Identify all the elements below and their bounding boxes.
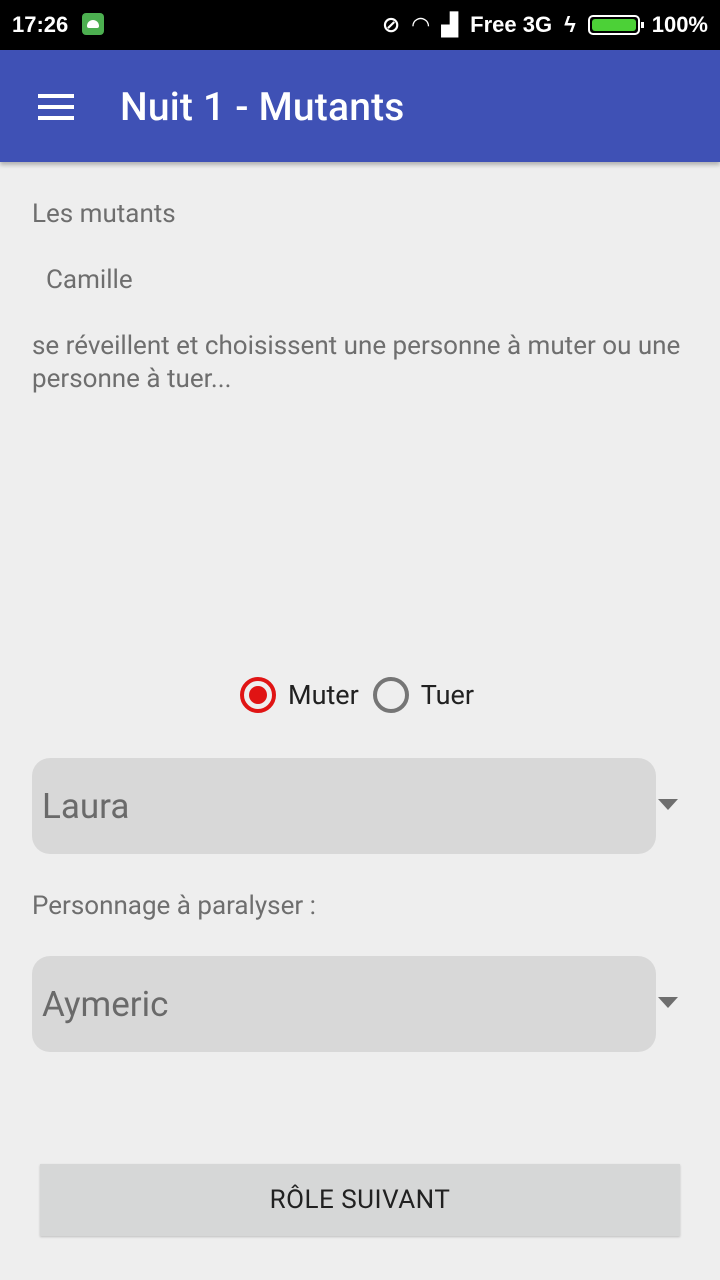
dropdown-arrow-icon[interactable] xyxy=(658,997,678,1008)
radio-button-muter[interactable] xyxy=(240,677,276,713)
mutant-player-name: Camille xyxy=(46,265,133,295)
wifi-icon: ◠ xyxy=(412,12,430,37)
page-title: Nuit 1 - Mutants xyxy=(120,84,405,130)
paralyse-spinner-value: Aymeric xyxy=(42,984,169,1025)
android-notification-icon xyxy=(82,13,104,35)
intro-text: Les mutants xyxy=(32,199,176,229)
vibrate-off-icon: ⊘ xyxy=(381,12,401,37)
radio-label-muter: Muter xyxy=(288,679,359,711)
instruction-text: se réveillent et choisissent une personn… xyxy=(32,331,681,394)
paralyse-label: Personnage à paralyser : xyxy=(32,891,316,921)
charging-icon: ϟ xyxy=(564,12,576,37)
status-bar: 17:26 ⊘ ◠ ▟ Free 3G ϟ 100% xyxy=(0,0,720,50)
battery-icon xyxy=(587,15,644,35)
radio-option-muter[interactable]: Muter xyxy=(240,677,359,713)
next-role-button[interactable]: RÔLE SUIVANT xyxy=(40,1164,680,1236)
status-time: 17:26 xyxy=(12,12,69,37)
radio-option-tuer[interactable]: Tuer xyxy=(372,677,474,713)
radio-button-tuer[interactable] xyxy=(372,677,409,713)
dropdown-arrow-icon[interactable] xyxy=(658,799,678,810)
carrier-label: Free 3G xyxy=(470,12,553,37)
hamburger-menu-icon[interactable] xyxy=(36,92,76,122)
target-spinner-value: Laura xyxy=(42,786,130,827)
status-icons: ⊘ ◠ ▟ Free 3G ϟ 100% xyxy=(382,12,708,38)
radio-label-tuer: Tuer xyxy=(420,679,474,711)
signal-icon: ▟ xyxy=(441,12,459,37)
target-spinner[interactable]: Laura xyxy=(32,758,656,854)
action-radio-group: Muter Tuer xyxy=(240,672,474,718)
battery-level: 100% xyxy=(651,12,708,37)
paralyse-spinner[interactable]: Aymeric xyxy=(32,956,656,1052)
app-bar: Nuit 1 - Mutants xyxy=(0,50,720,162)
